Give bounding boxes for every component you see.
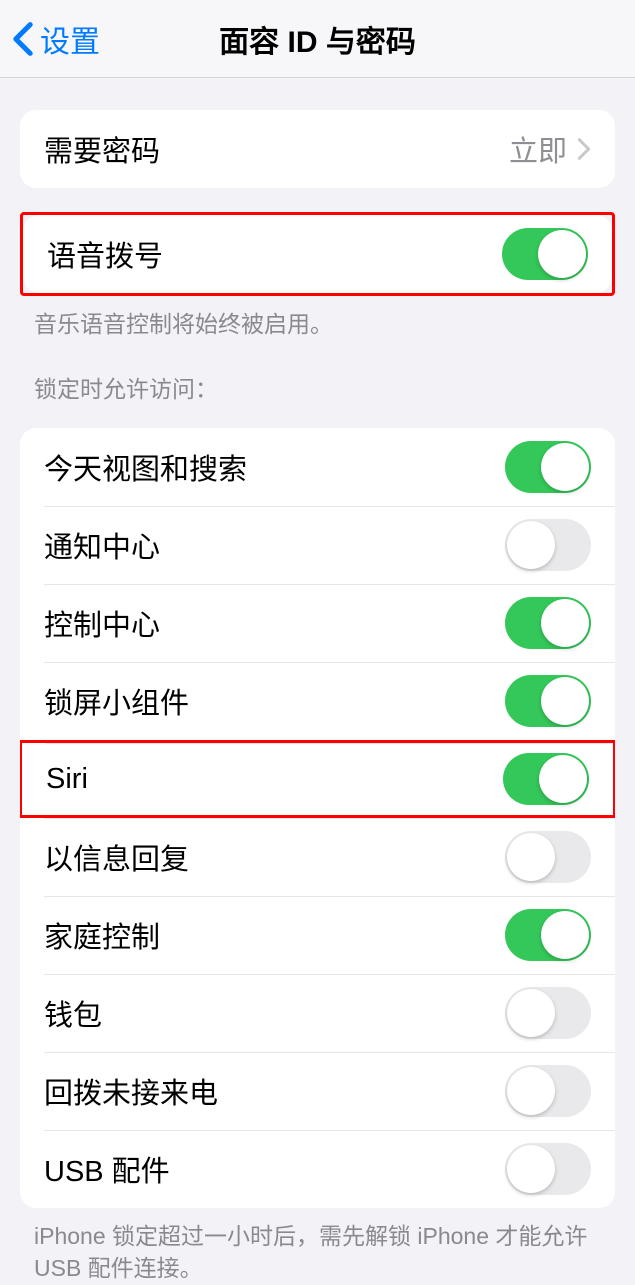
require-passcode-group: 需要密码 立即 — [20, 110, 615, 188]
locked-item-label: 控制中心 — [44, 602, 505, 644]
voice-dial-group: 语音拨号 — [23, 215, 612, 293]
locked-item-label: 今天视图和搜索 — [44, 446, 505, 488]
locked-item-toggle[interactable] — [505, 441, 591, 493]
locked-item-toggle[interactable] — [505, 1143, 591, 1195]
require-passcode-label: 需要密码 — [44, 128, 509, 170]
chevron-left-icon — [12, 21, 34, 57]
locked-item-toggle[interactable] — [505, 519, 591, 571]
locked-item-row[interactable]: 控制中心 — [20, 584, 615, 662]
locked-item-toggle[interactable] — [503, 753, 589, 805]
locked-item-label: USB 配件 — [44, 1148, 505, 1190]
locked-item-toggle[interactable] — [505, 831, 591, 883]
locked-item-row[interactable]: 锁屏小组件 — [20, 662, 615, 740]
locked-item-toggle[interactable] — [505, 909, 591, 961]
chevron-right-icon — [577, 137, 591, 161]
require-passcode-value: 立即 — [509, 128, 567, 170]
voice-dial-row[interactable]: 语音拨号 — [23, 215, 612, 293]
back-label: 设置 — [40, 17, 100, 61]
locked-access-header: 锁定时允许访问： — [34, 370, 601, 404]
locked-item-row[interactable]: USB 配件 — [20, 1130, 615, 1208]
locked-item-toggle[interactable] — [505, 987, 591, 1039]
locked-item-label: 钱包 — [44, 992, 505, 1034]
highlight-voice-dial: 语音拨号 — [20, 212, 615, 296]
voice-dial-toggle[interactable] — [502, 228, 588, 280]
locked-item-toggle[interactable] — [505, 675, 591, 727]
locked-item-label: 锁屏小组件 — [44, 680, 505, 722]
locked-item-label: 通知中心 — [44, 524, 505, 566]
locked-item-label: 以信息回复 — [44, 836, 505, 878]
locked-item-toggle[interactable] — [505, 1065, 591, 1117]
voice-dial-label: 语音拨号 — [47, 233, 502, 275]
locked-item-label: Siri — [46, 763, 503, 796]
voice-dial-footer: 音乐语音控制将始终被启用。 — [34, 308, 601, 340]
locked-access-footer: iPhone 锁定超过一小时后，需先解锁 iPhone 才能允许 USB 配件连… — [34, 1220, 601, 1284]
require-passcode-row[interactable]: 需要密码 立即 — [20, 110, 615, 188]
locked-item-label: 回拨未接来电 — [44, 1070, 505, 1112]
back-button[interactable]: 设置 — [0, 17, 100, 61]
locked-item-label: 家庭控制 — [44, 914, 505, 956]
locked-item-row[interactable]: 今天视图和搜索 — [20, 428, 615, 506]
locked-item-row[interactable]: Siri — [20, 740, 615, 818]
locked-item-toggle[interactable] — [505, 597, 591, 649]
locked-access-group: 今天视图和搜索通知中心控制中心锁屏小组件 Siri 以信息回复家庭控制钱包回拨未接来… — [20, 428, 615, 1208]
locked-item-row[interactable]: 以信息回复 — [20, 818, 615, 896]
locked-item-row[interactable]: 家庭控制 — [20, 896, 615, 974]
locked-item-row[interactable]: 通知中心 — [20, 506, 615, 584]
locked-item-row[interactable]: 钱包 — [20, 974, 615, 1052]
locked-item-row[interactable]: 回拨未接来电 — [20, 1052, 615, 1130]
nav-bar: 设置 面容 ID 与密码 — [0, 0, 635, 78]
